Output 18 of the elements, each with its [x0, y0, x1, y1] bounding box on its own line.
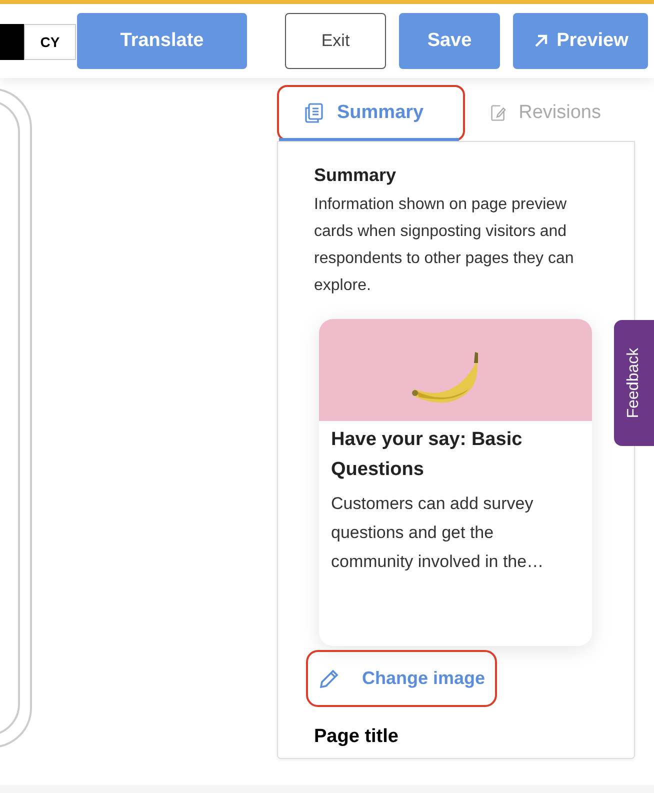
feedback-tab[interactable]: Feedback [614, 320, 654, 446]
exit-button[interactable]: Exit [285, 13, 386, 69]
card-title: Have your say: Basic Questions [331, 428, 524, 482]
page-title-label: Page title [314, 725, 400, 749]
arrow-icon [532, 33, 549, 49]
change-image-button[interactable]: Change image [306, 650, 498, 707]
translate-button[interactable]: Translate [77, 13, 247, 69]
pencil-icon [318, 668, 340, 690]
section-heading: Summary [314, 164, 398, 187]
tab[interactable]: Revisions [465, 85, 625, 141]
preview-button[interactable]: Preview [513, 13, 648, 69]
card-description: Customers can add survey questions and get the community involved in the… [331, 493, 545, 573]
document-icon [303, 102, 325, 124]
save-button[interactable]: Save [399, 13, 500, 69]
language-button[interactable]: CY [24, 24, 76, 60]
section-description: Information shown on page preview cards when signposting visitors and respondents to other pages they can explore. [314, 195, 575, 296]
language-button[interactable] [0, 24, 24, 60]
edit-document-icon [489, 102, 507, 124]
